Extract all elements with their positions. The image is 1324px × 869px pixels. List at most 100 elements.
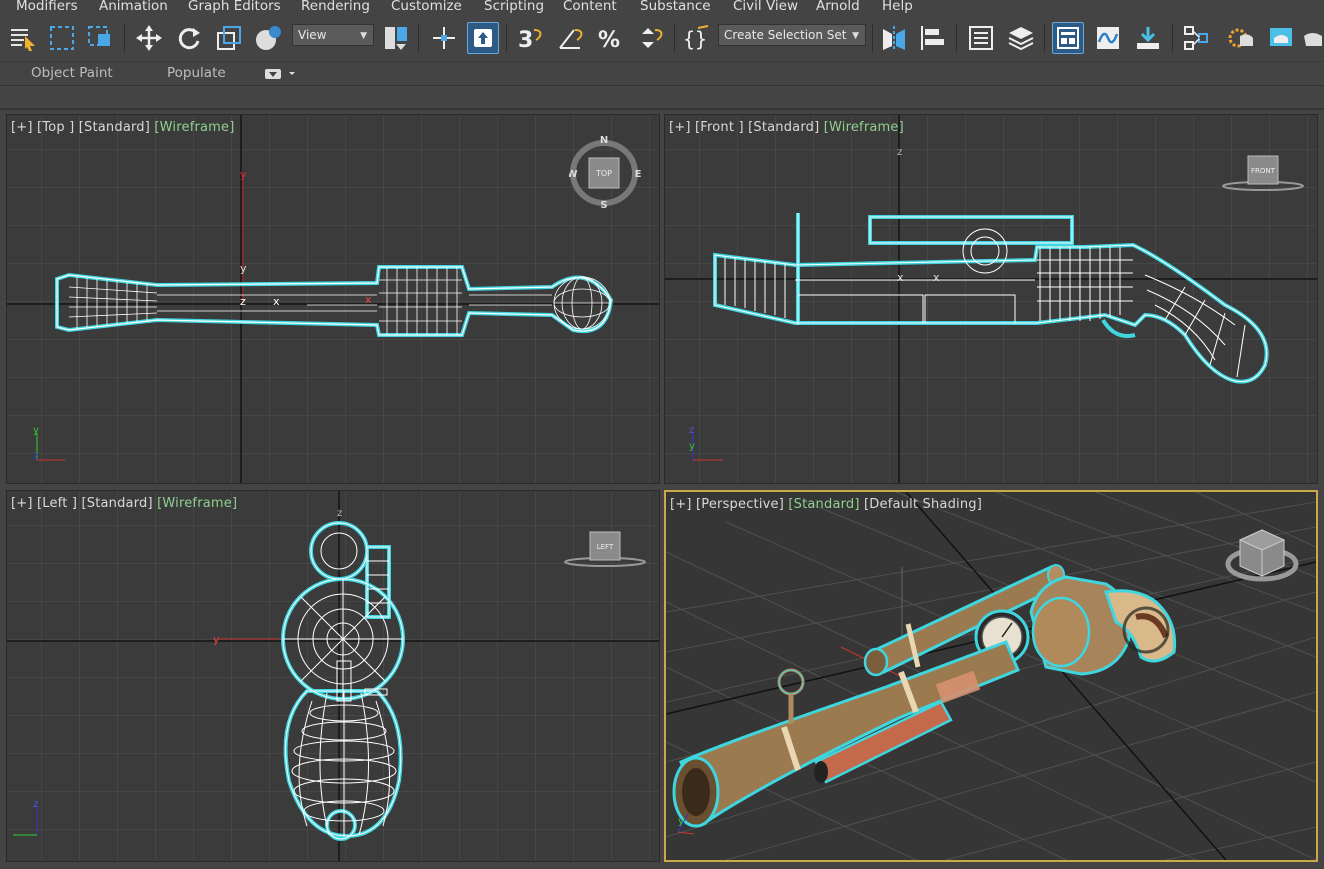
scene-explorer-button[interactable]	[965, 22, 997, 54]
viewport-shading-standard[interactable]: [Standard]	[81, 496, 152, 511]
viewport-perspective-label[interactable]: [+] [Perspective] [Standard] [Default Sh…	[670, 497, 982, 512]
main-toolbar: View ▼ 3 % {} Create Selection Set ▼	[0, 16, 1324, 62]
svg-text:z: z	[689, 425, 694, 436]
svg-text:z: z	[33, 451, 38, 462]
viewcube-perspective[interactable]	[1222, 522, 1302, 584]
viewcube-face-label: FRONT	[1251, 167, 1276, 175]
svg-text:{}: {}	[683, 27, 707, 51]
named-selection-dropdown[interactable]: Create Selection Set ▼	[718, 24, 866, 46]
menu-arnold[interactable]: Arnold	[816, 0, 882, 13]
scale-button[interactable]	[213, 22, 245, 54]
viewcube-face-label: LEFT	[597, 543, 614, 551]
align-icon	[921, 26, 944, 50]
dashed-rect-icon	[50, 26, 74, 50]
menu-substance[interactable]: Substance	[640, 0, 733, 13]
viewport-display-mode[interactable]: [Wireframe]	[824, 120, 904, 135]
rotate-button[interactable]	[173, 22, 205, 54]
viewport-display-mode[interactable]: [Default Shading]	[864, 497, 982, 512]
spinner-snap-button[interactable]	[634, 22, 666, 54]
scale-icon	[217, 26, 241, 50]
percent-snap-button[interactable]: %	[594, 22, 626, 54]
viewport-point-of-view[interactable]: [Perspective]	[696, 497, 784, 512]
svg-text:x: x	[365, 293, 372, 306]
viewport-menu-plus[interactable]: [+]	[11, 496, 33, 511]
menu-content[interactable]: Content	[563, 0, 640, 13]
node-graph-icon	[1184, 26, 1208, 50]
viewport-menu-plus[interactable]: [+]	[11, 120, 33, 135]
svg-text:y: y	[240, 168, 247, 181]
viewport-top-label[interactable]: [+] [Top ] [Standard] [Wireframe]	[11, 120, 235, 135]
ribbon-icon	[1057, 27, 1079, 49]
ribbon-options-button[interactable]	[264, 66, 300, 82]
render-setup-button[interactable]	[1226, 22, 1258, 54]
schematic-view-button[interactable]	[1132, 22, 1164, 54]
menu-animation[interactable]: Animation	[99, 0, 188, 13]
viewport-shading-standard[interactable]: [Standard]	[788, 497, 859, 512]
select-place-button[interactable]	[252, 22, 284, 54]
tab-populate[interactable]: Populate	[167, 65, 226, 81]
region-select-button[interactable]	[46, 22, 78, 54]
menu-bar: Modifiers Animation Graph Editors Render…	[0, 0, 1324, 16]
menu-rendering[interactable]: Rendering	[301, 0, 391, 13]
edit-named-selection-button[interactable]: {}	[680, 22, 712, 54]
viewport-front[interactable]: z x x z y [+] [Front] [Standard] [Wiref…	[664, 114, 1318, 484]
curve-editor-button[interactable]	[1092, 22, 1124, 54]
pivot-icon	[385, 27, 407, 50]
place-icon	[256, 26, 281, 50]
rendered-frame-window-button[interactable]	[1266, 22, 1298, 54]
menu-customize[interactable]: Customize	[391, 0, 484, 13]
perspective-grid: y	[666, 492, 1316, 860]
select-manipulate-button[interactable]	[428, 22, 460, 54]
window-crossing-button[interactable]	[84, 22, 116, 54]
viewport-front-label[interactable]: [+] [Front ] [Standard] [Wireframe]	[669, 120, 904, 135]
angle-snap-button[interactable]	[554, 22, 586, 54]
pivot-button[interactable]	[380, 22, 412, 54]
menu-scripting[interactable]: Scripting	[484, 0, 563, 13]
ribbon-toggle-button[interactable]	[1052, 22, 1084, 54]
ribbon: Object Paint Populate	[0, 62, 1324, 86]
viewcube-left[interactable]: LEFT	[563, 529, 647, 569]
keyboard-shortcut-toggle[interactable]	[467, 22, 499, 54]
viewport-point-of-view[interactable]: [Left ]	[37, 496, 77, 511]
menu-civil-view[interactable]: Civil View	[733, 0, 816, 13]
layers-icon	[1008, 27, 1034, 51]
svg-text:y: y	[33, 425, 39, 436]
viewport-top[interactable]: y y z x x y z [+] [Top] [Standard] [Wir…	[6, 114, 660, 484]
layer-explorer-button[interactable]	[1005, 22, 1037, 54]
viewport-shading-standard[interactable]: [Standard]	[748, 120, 819, 135]
menu-modifiers[interactable]: Modifiers	[16, 0, 99, 13]
svg-text:y: y	[689, 441, 695, 452]
curve-editor-icon	[1097, 27, 1119, 49]
viewport-point-of-view[interactable]: [Top ]	[37, 120, 74, 135]
viewcube-front[interactable]: FRONT	[1221, 153, 1305, 193]
viewport-menu-plus[interactable]: [+]	[669, 120, 691, 135]
svg-text:z: z	[897, 147, 902, 158]
svg-text:%: %	[598, 28, 620, 52]
upload-arrow-icon	[474, 29, 492, 47]
viewport-perspective[interactable]: y [+] [Perspective] [Standard] [Default …	[664, 490, 1318, 862]
tab-object-paint[interactable]: Object Paint	[31, 65, 113, 81]
viewport-display-mode[interactable]: [Wireframe]	[157, 496, 237, 511]
viewport-shading-standard[interactable]: [Standard]	[79, 120, 150, 135]
spinner-snap-icon	[642, 28, 663, 48]
viewport-point-of-view[interactable]: [Front ]	[695, 120, 744, 135]
move-button[interactable]	[133, 22, 165, 54]
material-editor-button[interactable]	[1180, 22, 1212, 54]
menu-help[interactable]: Help	[882, 0, 932, 13]
svg-text:z: z	[337, 508, 342, 519]
align-button[interactable]	[916, 22, 948, 54]
viewport-left[interactable]: y z z [+] [Left] [Standard] [Wireframe]…	[6, 490, 660, 862]
menu-graph-editors[interactable]: Graph Editors	[188, 0, 301, 13]
angle-snap-icon	[559, 29, 583, 49]
viewport-left-label[interactable]: [+] [Left ] [Standard] [Wireframe]	[11, 496, 237, 511]
snaps-toggle-button[interactable]: 3	[514, 22, 546, 54]
compass-w-label: W	[569, 169, 578, 180]
viewcube-compass-top[interactable]: TOP N S E W	[569, 133, 641, 209]
mirror-button[interactable]	[878, 22, 910, 54]
ribbon-toggle-icon	[265, 69, 295, 79]
select-object-button[interactable]	[6, 22, 38, 54]
render-production-button[interactable]	[1302, 22, 1324, 54]
viewport-menu-plus[interactable]: [+]	[670, 497, 692, 512]
viewport-display-mode[interactable]: [Wireframe]	[154, 120, 234, 135]
reference-coordinate-dropdown[interactable]: View ▼	[292, 24, 374, 46]
